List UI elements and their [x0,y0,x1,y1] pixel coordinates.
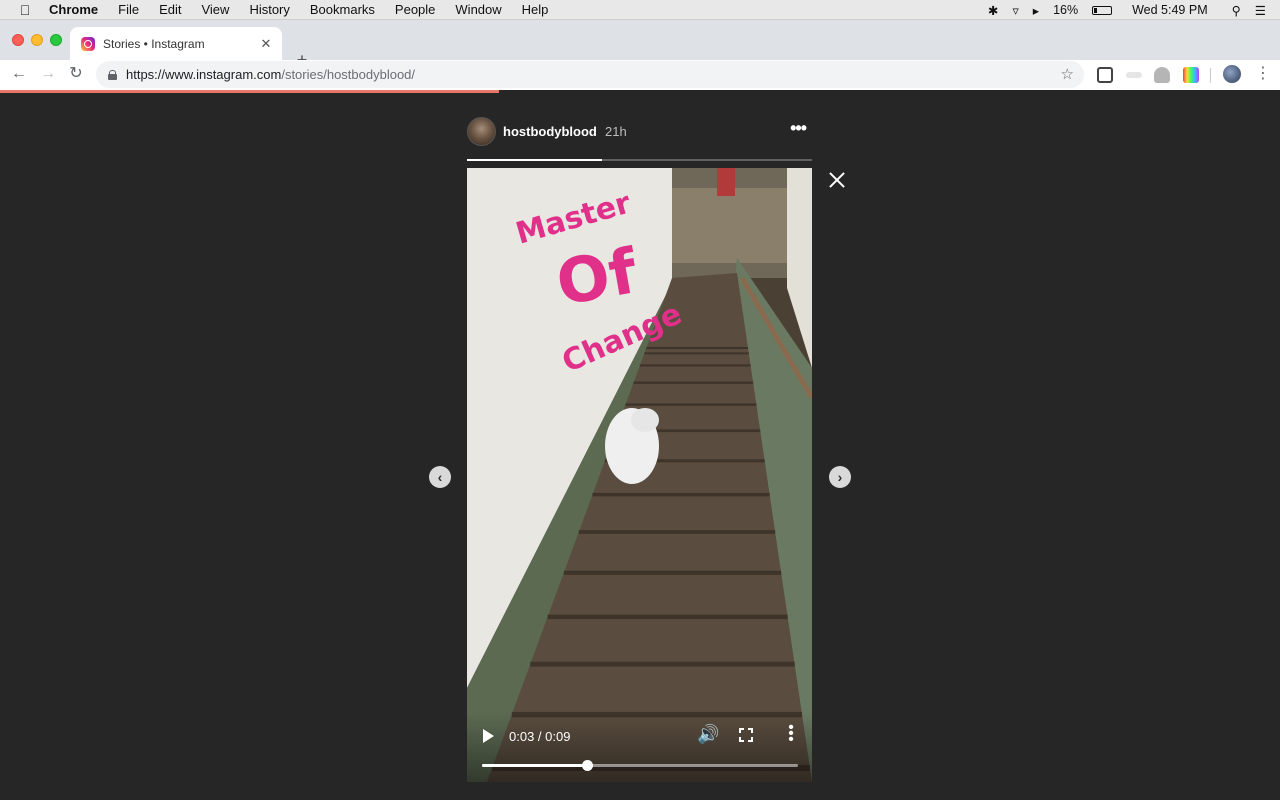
instagram-favicon-icon [81,36,95,51]
zoom-window-button[interactable] [50,34,62,46]
video-controls: 0:03 / 0:09 🔊 • • • [467,712,812,782]
extension-hand-icon[interactable] [1154,67,1170,83]
caption-of: Of [551,234,643,320]
close-window-button[interactable] [12,34,24,46]
menu-edit[interactable]: Edit [159,2,181,17]
tab-instagram-stories[interactable]: Stories • Instagram ✕ [70,27,282,60]
red-object [717,168,735,196]
profile-avatar[interactable] [1223,65,1241,83]
hallway-floor [672,188,790,263]
video-time: 0:03 / 0:09 [509,729,571,744]
previous-story-arrow-icon[interactable]: ‹ [429,466,451,488]
story-header: hostbodyblood 21h ••• [467,117,812,147]
url-host: https://www.instagram.com [126,67,282,82]
story-username[interactable]: hostbodyblood [503,124,597,139]
story-video[interactable]: Master Of Change 0:03 / 0:09 🔊 • • • [467,168,812,782]
story-progress-bar [467,159,812,161]
tab-close-icon[interactable]: ✕ [258,36,274,52]
address-bar[interactable]: https://www.instagram.com/stories/hostbo… [96,61,1084,88]
menu-help[interactable]: Help [522,2,549,17]
story-progress-fill [467,159,602,161]
seek-fill [482,760,594,771]
video-frame [467,168,812,782]
video-more-icon[interactable]: • • • [787,720,795,748]
volume-icon[interactable]: 🔊 [697,724,719,745]
back-button[interactable]: ← [9,64,29,84]
battery-percent[interactable]: 16% [1053,3,1078,17]
seek-knob[interactable] [582,760,594,771]
reload-button[interactable]: ↻ [66,64,86,84]
bluetooth-icon[interactable]: ✱ [988,3,998,18]
menu-people[interactable]: People [395,2,435,17]
menu-history[interactable]: History [249,2,289,17]
notification-center-icon[interactable]: ☰ [1255,3,1266,18]
seek-bar[interactable] [482,760,798,771]
play-icon[interactable] [483,729,494,743]
more-options-icon[interactable]: ••• [790,118,807,139]
extension-disabled-icon[interactable] [1126,72,1142,78]
forward-button[interactable]: → [38,64,58,84]
chrome-menu-icon[interactable]: ⋮ [1255,64,1271,84]
story-viewer: hostbodyblood 21h ••• Master Of Change 0… [0,93,1280,800]
browser-toolbar: ← → ↻ https://www.instagram.com/stories/… [0,60,1280,90]
menu-app-name[interactable]: Chrome [49,2,98,17]
url-text[interactable]: https://www.instagram.com/stories/hostbo… [126,67,415,82]
status-area: ✱ ▿ ▸ 16% Wed 5:49 PM ⚲ ☰ [988,0,1280,20]
menu-bookmarks[interactable]: Bookmarks [310,2,375,17]
url-path: /stories/hostbodyblood/ [281,67,416,82]
search-icon[interactable]: ⚲ [1232,3,1241,18]
tab-title: Stories • Instagram [103,36,205,51]
extension-color-icon[interactable] [1183,67,1199,83]
volume-icon[interactable]: ▸ [1033,3,1039,18]
user-avatar[interactable] [467,117,496,146]
clock[interactable]: Wed 5:49 PM [1132,3,1208,17]
apple-icon[interactable]:  [17,2,33,18]
bookmark-star-icon[interactable]: ☆ [1061,65,1074,83]
toolbar-divider [1210,68,1211,83]
menu-view[interactable]: View [201,2,229,17]
menu-bar:  Chrome File Edit View History Bookmark… [0,0,1280,20]
dog-head [631,408,659,432]
wifi-icon[interactable]: ▿ [1013,3,1019,18]
battery-icon[interactable] [1092,5,1113,15]
menu-file[interactable]: File [118,2,139,17]
story-timestamp: 21h [605,124,627,139]
next-story-arrow-icon[interactable]: › [829,466,851,488]
close-story-icon[interactable] [827,170,847,190]
minimize-window-button[interactable] [31,34,43,46]
tab-strip: Stories • Instagram ✕ + [0,20,1280,70]
menu-window[interactable]: Window [455,2,501,17]
lock-icon[interactable] [108,69,117,80]
fullscreen-icon[interactable] [739,728,753,742]
extension-cast-icon[interactable] [1097,67,1113,83]
